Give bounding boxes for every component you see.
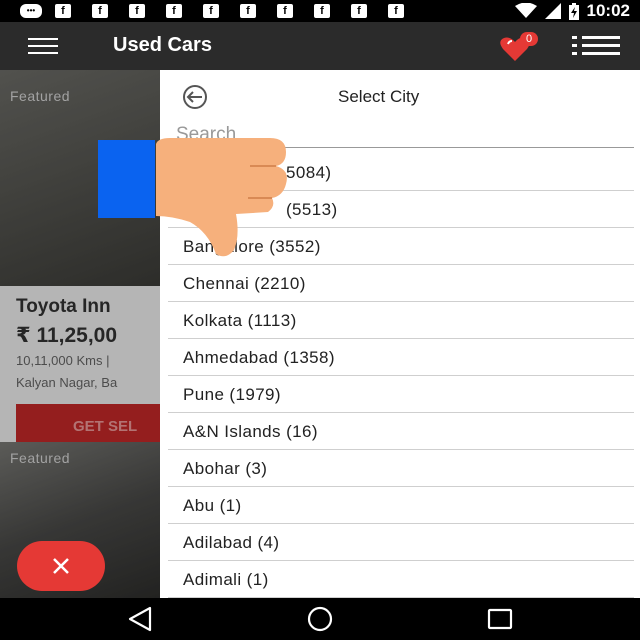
facebook-icon: f [129,4,145,18]
nav-home-icon[interactable] [306,606,334,632]
clock: 10:02 [586,1,630,20]
nav-recents-icon[interactable] [486,606,514,632]
city-list-item[interactable]: Kolkata (1113) [168,302,634,339]
facebook-icon: f [240,4,256,18]
city-list-item[interactable]: Ahmedabad (1358) [168,339,634,376]
blue-overlay-marker [98,140,155,218]
city-list-item[interactable]: Adimali (1) [168,561,634,598]
hamburger-menu-button[interactable] [28,38,58,54]
page-title: Used Cars [113,34,212,56]
favorites-count-badge: 0 [520,32,538,46]
message-icon: ••• [20,4,42,18]
facebook-icon: f [55,4,71,18]
facebook-icon: f [92,4,108,18]
city-list-item[interactable]: Pune (1979) [168,376,634,413]
close-icon [53,558,69,574]
close-button[interactable] [17,541,105,591]
back-arrow-icon[interactable] [176,84,214,110]
thumbs-down-icon [156,138,287,257]
facebook-icon: f [351,4,367,18]
app-bar: Used Cars 0 [0,22,640,70]
favorites-button[interactable]: 0 [498,30,542,62]
status-right: 10:02 [514,0,630,22]
wifi-icon [514,3,537,18]
city-list-item[interactable]: A&N Islands (16) [168,413,634,450]
city-list-item[interactable]: Adilabad (4) [168,524,634,561]
list-icon[interactable] [572,36,620,56]
battery-icon [568,2,579,20]
nav-back-icon[interactable] [126,606,154,632]
facebook-icon: f [314,4,330,18]
facebook-icon: f [388,4,404,18]
status-bar: ••• f f f f f f f f f f 10:02 [0,0,640,22]
city-list-item[interactable]: Abohar (3) [168,450,634,487]
facebook-icon: f [166,4,182,18]
drawer-title: Select City [338,87,420,106]
facebook-icon: f [277,4,293,18]
city-list-item[interactable]: Abu (1) [168,487,634,524]
city-list-item[interactable]: Chennai (2210) [168,265,634,302]
cell-signal-icon [544,3,561,19]
system-nav-bar [0,598,640,640]
facebook-icon: f [203,4,219,18]
